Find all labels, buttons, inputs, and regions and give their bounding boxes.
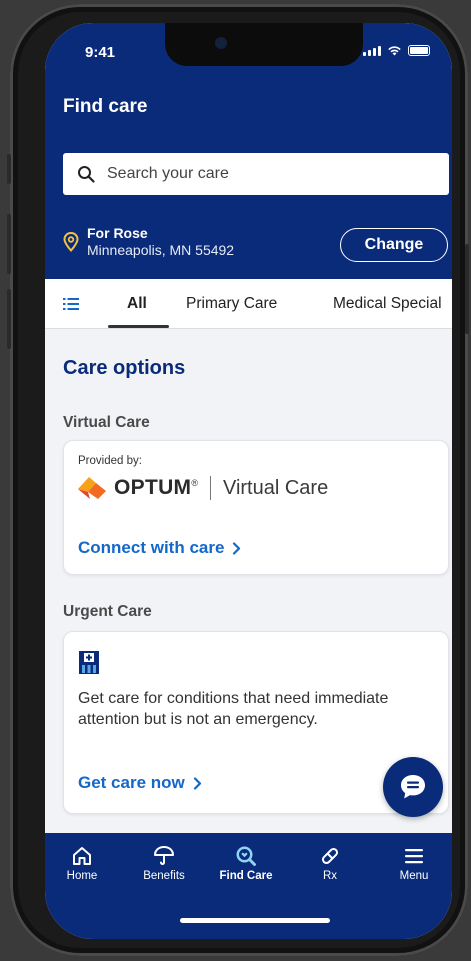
change-location-button[interactable]: Change — [340, 228, 448, 262]
virtual-care-heading: Virtual Care — [63, 414, 150, 431]
bottom-navigation: Home Benefits Find Care Rx Menu — [45, 833, 452, 939]
active-tab-indicator — [108, 325, 169, 328]
urgent-care-heading: Urgent Care — [63, 603, 152, 620]
hospital-icon — [79, 651, 99, 674]
device-notch — [165, 23, 363, 66]
app-screen: 9:41 Find care Search your care For Rose… — [45, 23, 452, 939]
umbrella-icon — [154, 846, 174, 865]
care-options-title: Care options — [63, 357, 186, 379]
signal-icon — [363, 45, 381, 56]
optum-wordmark: OPTUM — [114, 476, 192, 499]
wifi-icon — [388, 46, 401, 56]
logo-divider — [209, 476, 211, 500]
chevron-right-icon — [233, 541, 241, 555]
optum-virtual-care-label: Virtual Care — [222, 476, 329, 499]
optum-logo: OPTUM ® Virtual Care — [76, 475, 328, 501]
nav-benefits[interactable]: Benefits — [129, 845, 199, 882]
urgent-care-description: Get care for conditions that need immedi… — [78, 690, 389, 728]
tab-all[interactable]: All — [127, 295, 147, 313]
optum-logo-icon — [78, 477, 106, 499]
chevron-right-icon — [193, 776, 201, 790]
chat-button[interactable] — [383, 757, 443, 817]
nav-find-care[interactable]: Find Care — [211, 845, 281, 882]
search-heart-icon — [236, 846, 256, 866]
menu-icon — [405, 849, 423, 864]
nav-rx-label: Rx — [322, 870, 338, 882]
nav-home-label: Home — [66, 870, 98, 882]
status-time: 9:41 — [85, 44, 116, 61]
app-header: 9:41 Find care Search your care For Rose… — [45, 23, 452, 279]
chat-bubble-icon — [401, 775, 425, 799]
mute-switch — [7, 154, 11, 184]
optum-registered-mark: ® — [191, 478, 198, 488]
home-icon — [73, 847, 91, 865]
category-tabs: All Primary Care Medical Special — [45, 279, 452, 329]
get-care-now-label: Get care now — [78, 773, 185, 792]
phone-frame: 9:41 Find care Search your care For Rose… — [7, 4, 469, 956]
nav-home[interactable]: Home — [47, 845, 117, 882]
tab-primary-care[interactable]: Primary Care — [186, 295, 277, 313]
member-address: Minneapolis, MN 55492 — [87, 242, 235, 258]
nav-menu-label: Menu — [399, 870, 429, 882]
front-camera — [215, 37, 227, 49]
battery-icon — [408, 45, 430, 56]
connect-with-care-label: Connect with care — [78, 538, 225, 557]
location-info: For Rose Minneapolis, MN 55492 — [63, 226, 234, 259]
get-care-now-link[interactable]: Get care now — [78, 773, 202, 793]
volume-up-button — [7, 214, 11, 274]
pill-icon — [321, 847, 339, 865]
status-icons — [363, 45, 430, 56]
connect-with-care-link[interactable]: Connect with care — [78, 538, 241, 558]
search-input[interactable] — [107, 165, 407, 183]
home-indicator[interactable] — [180, 918, 330, 923]
nav-menu[interactable]: Menu — [379, 845, 449, 882]
nav-find-care-label: Find Care — [219, 870, 273, 882]
nav-benefits-label: Benefits — [143, 870, 185, 882]
power-button — [465, 244, 469, 334]
nav-rx[interactable]: Rx — [295, 845, 365, 882]
location-pin-icon — [63, 232, 79, 252]
tab-medical-specialists[interactable]: Medical Special — [333, 295, 442, 313]
volume-down-button — [7, 289, 11, 349]
search-bar[interactable] — [63, 153, 449, 195]
page-title: Find care — [63, 96, 148, 117]
member-name: For Rose — [87, 225, 148, 241]
virtual-care-card[interactable]: Provided by: OPTUM ® Virtual Care Connec… — [63, 440, 449, 575]
provided-by-label: Provided by: — [78, 455, 142, 467]
list-view-icon[interactable] — [63, 297, 79, 311]
search-icon — [78, 166, 95, 183]
